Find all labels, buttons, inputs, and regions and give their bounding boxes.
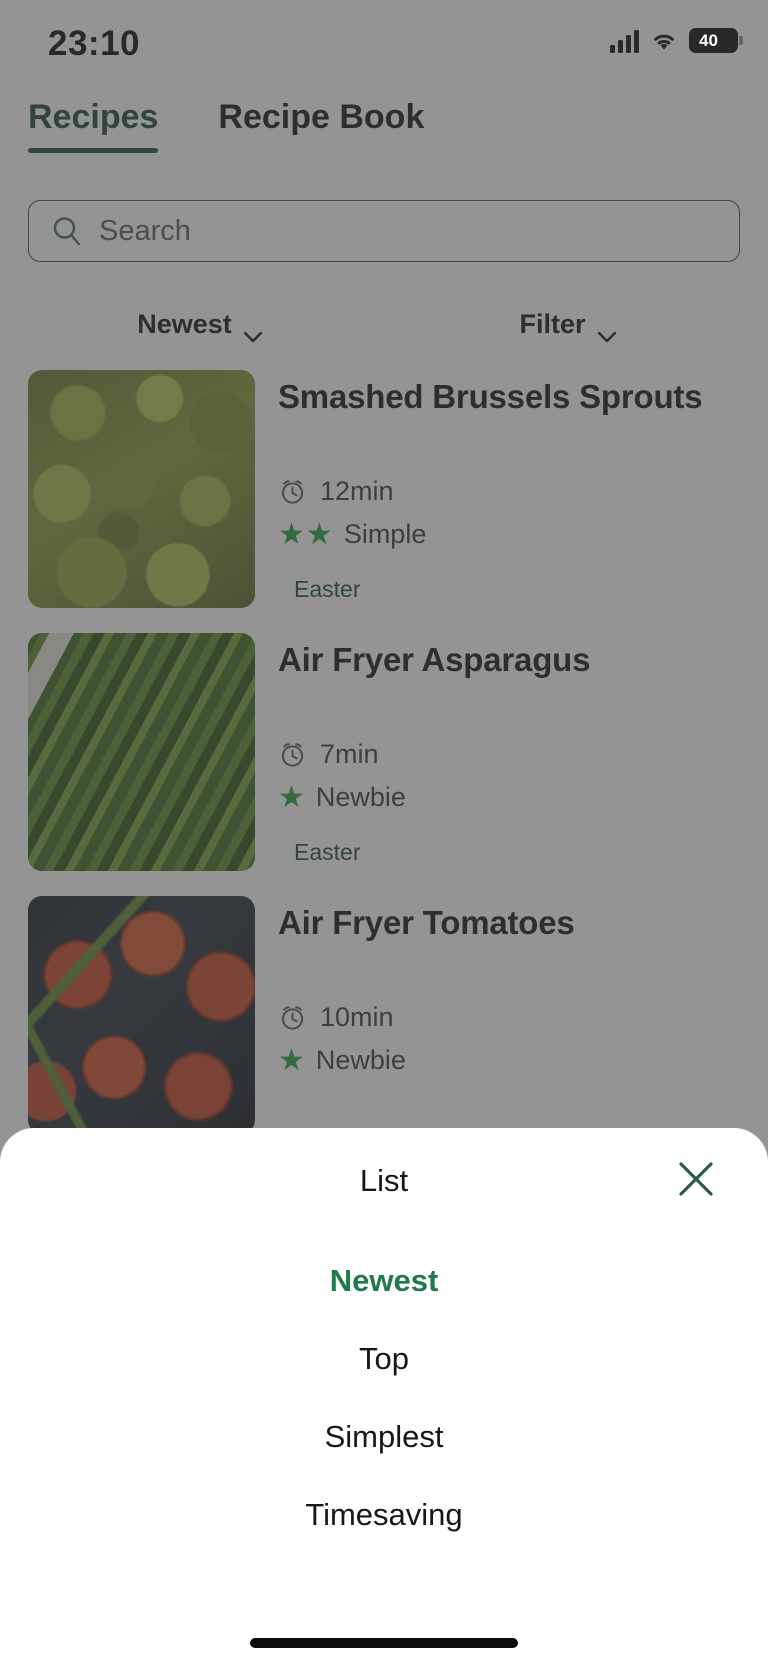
- phone-screen: 23:10 40 Re: [0, 0, 768, 1662]
- sort-bottom-sheet: List Newest Top Simplest Timesaving: [0, 1128, 768, 1662]
- close-icon: [674, 1157, 718, 1206]
- sort-option-top[interactable]: Top: [0, 1320, 768, 1398]
- sort-options-list: Newest Top Simplest Timesaving: [0, 1234, 768, 1554]
- sheet-header: List: [0, 1128, 768, 1234]
- close-button[interactable]: [672, 1157, 720, 1205]
- sort-option-newest[interactable]: Newest: [0, 1242, 768, 1320]
- home-indicator: [250, 1638, 518, 1648]
- battery-level: 40: [699, 30, 718, 50]
- sheet-title: List: [359, 1163, 409, 1198]
- sort-option-timesaving[interactable]: Timesaving: [0, 1476, 768, 1554]
- sort-option-simplest[interactable]: Simplest: [0, 1398, 768, 1476]
